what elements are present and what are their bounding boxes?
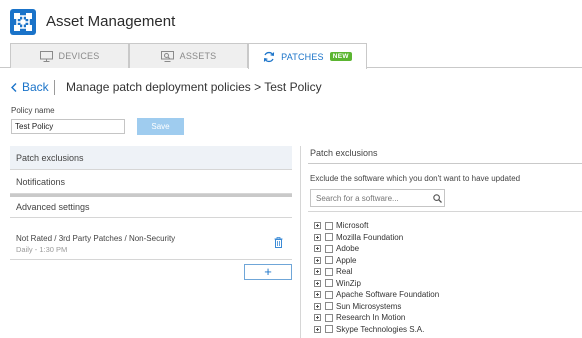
nav-item-patch-exclusions[interactable]: Patch exclusions [10,146,292,170]
back-label: Back [22,80,49,94]
rule-title: Not Rated / 3rd Party Patches / Non-Secu… [16,234,176,243]
breadcrumb: Manage patch deployment policies > Test … [66,80,322,94]
tree-item: Apache Software Foundation [314,289,574,301]
vendor-label: Microsoft [336,221,369,231]
vendor-checkbox[interactable] [325,256,333,265]
panel-divider [300,146,301,338]
expand-icon[interactable] [314,279,321,287]
tree-item: WinZip [314,278,574,290]
search-rule [308,211,582,212]
policy-name-field[interactable] [11,119,125,134]
expand-icon[interactable] [314,325,321,333]
nav-item-advanced-settings[interactable]: Advanced settings [10,194,292,218]
save-button[interactable]: Save [137,118,184,135]
nav-item-notifications[interactable]: Notifications [10,170,292,194]
vendor-label: Apple [336,255,357,265]
expand-icon[interactable] [314,222,321,230]
main-tabs: DEVICES ASSETS PATCHES NEW [0,43,582,69]
back-button[interactable]: Back [11,80,49,94]
vendor-label: Mozilla Foundation [336,232,404,242]
vendor-label: Apache Software Foundation [336,290,440,300]
vendor-checkbox[interactable] [325,233,333,242]
patch-rule-row[interactable]: Not Rated / 3rd Party Patches / Non-Secu… [10,227,292,260]
tab-assets-label: ASSETS [179,51,217,61]
vendor-checkbox[interactable] [325,267,333,276]
tab-assets[interactable]: ASSETS [129,43,248,68]
search-icon[interactable] [433,194,442,203]
tab-devices[interactable]: DEVICES [10,43,129,68]
vendor-checkbox[interactable] [325,313,333,322]
search-input[interactable] [316,192,426,204]
exclusions-description: Exclude the software which you don't wan… [310,174,521,183]
exclusions-title: Patch exclusions [310,148,378,158]
breadcrumb-divider [54,80,55,95]
software-search [310,189,445,207]
vendor-checkbox[interactable] [325,290,333,299]
expand-icon[interactable] [314,268,321,276]
expand-icon[interactable] [314,256,321,264]
app-header: Asset Management [0,0,582,44]
chevron-left-icon [11,82,17,92]
tab-patches[interactable]: PATCHES NEW [248,43,367,69]
tree-item: Sun Microsystems [314,301,574,313]
vendor-label: Sun Microsystems [336,301,402,311]
tree-item: Real [314,266,574,278]
tree-item: Apple [314,255,574,267]
expand-icon[interactable] [314,302,321,310]
tree-item: Adobe [314,243,574,255]
vendor-tree: Microsoft Mozilla Foundation Adobe Apple… [314,220,574,335]
tree-item: Microsoft [314,220,574,232]
tab-devices-label: DEVICES [58,51,100,61]
tree-item: Research In Motion [314,312,574,324]
expand-icon[interactable] [314,245,321,253]
asset-scan-icon [160,50,174,62]
vendor-label: Research In Motion [336,313,406,323]
expand-icon[interactable] [314,291,321,299]
vendor-label: Skype Technologies S.A. [336,324,425,334]
refresh-icon [264,51,275,62]
policy-name-label: Policy name [11,106,55,115]
new-badge: NEW [329,52,352,61]
vendor-label: Adobe [336,244,360,254]
vendor-checkbox[interactable] [325,244,333,253]
vendor-label: WinZip [336,278,361,288]
rule-schedule: Daily - 1:30 PM [16,245,68,254]
vendor-checkbox[interactable] [325,302,333,311]
tree-item: Mozilla Foundation [314,232,574,244]
vendor-checkbox[interactable] [325,325,333,334]
network-grid-icon [10,9,36,35]
app-title: Asset Management [46,13,176,30]
policy-sections-nav: Patch exclusions Notifications Advanced … [10,146,292,218]
vendor-label: Real [336,267,353,277]
tab-patches-label: PATCHES [281,51,324,62]
monitor-icon [39,50,53,62]
expand-icon[interactable] [314,233,321,241]
tree-item: Skype Technologies S.A. [314,324,574,336]
vendor-checkbox[interactable] [325,279,333,288]
expand-icon[interactable] [314,314,321,322]
add-rule-button[interactable]: + [244,264,292,280]
exclusions-title-rule [308,163,582,164]
vendor-checkbox[interactable] [325,221,333,230]
trash-icon[interactable] [274,237,283,248]
